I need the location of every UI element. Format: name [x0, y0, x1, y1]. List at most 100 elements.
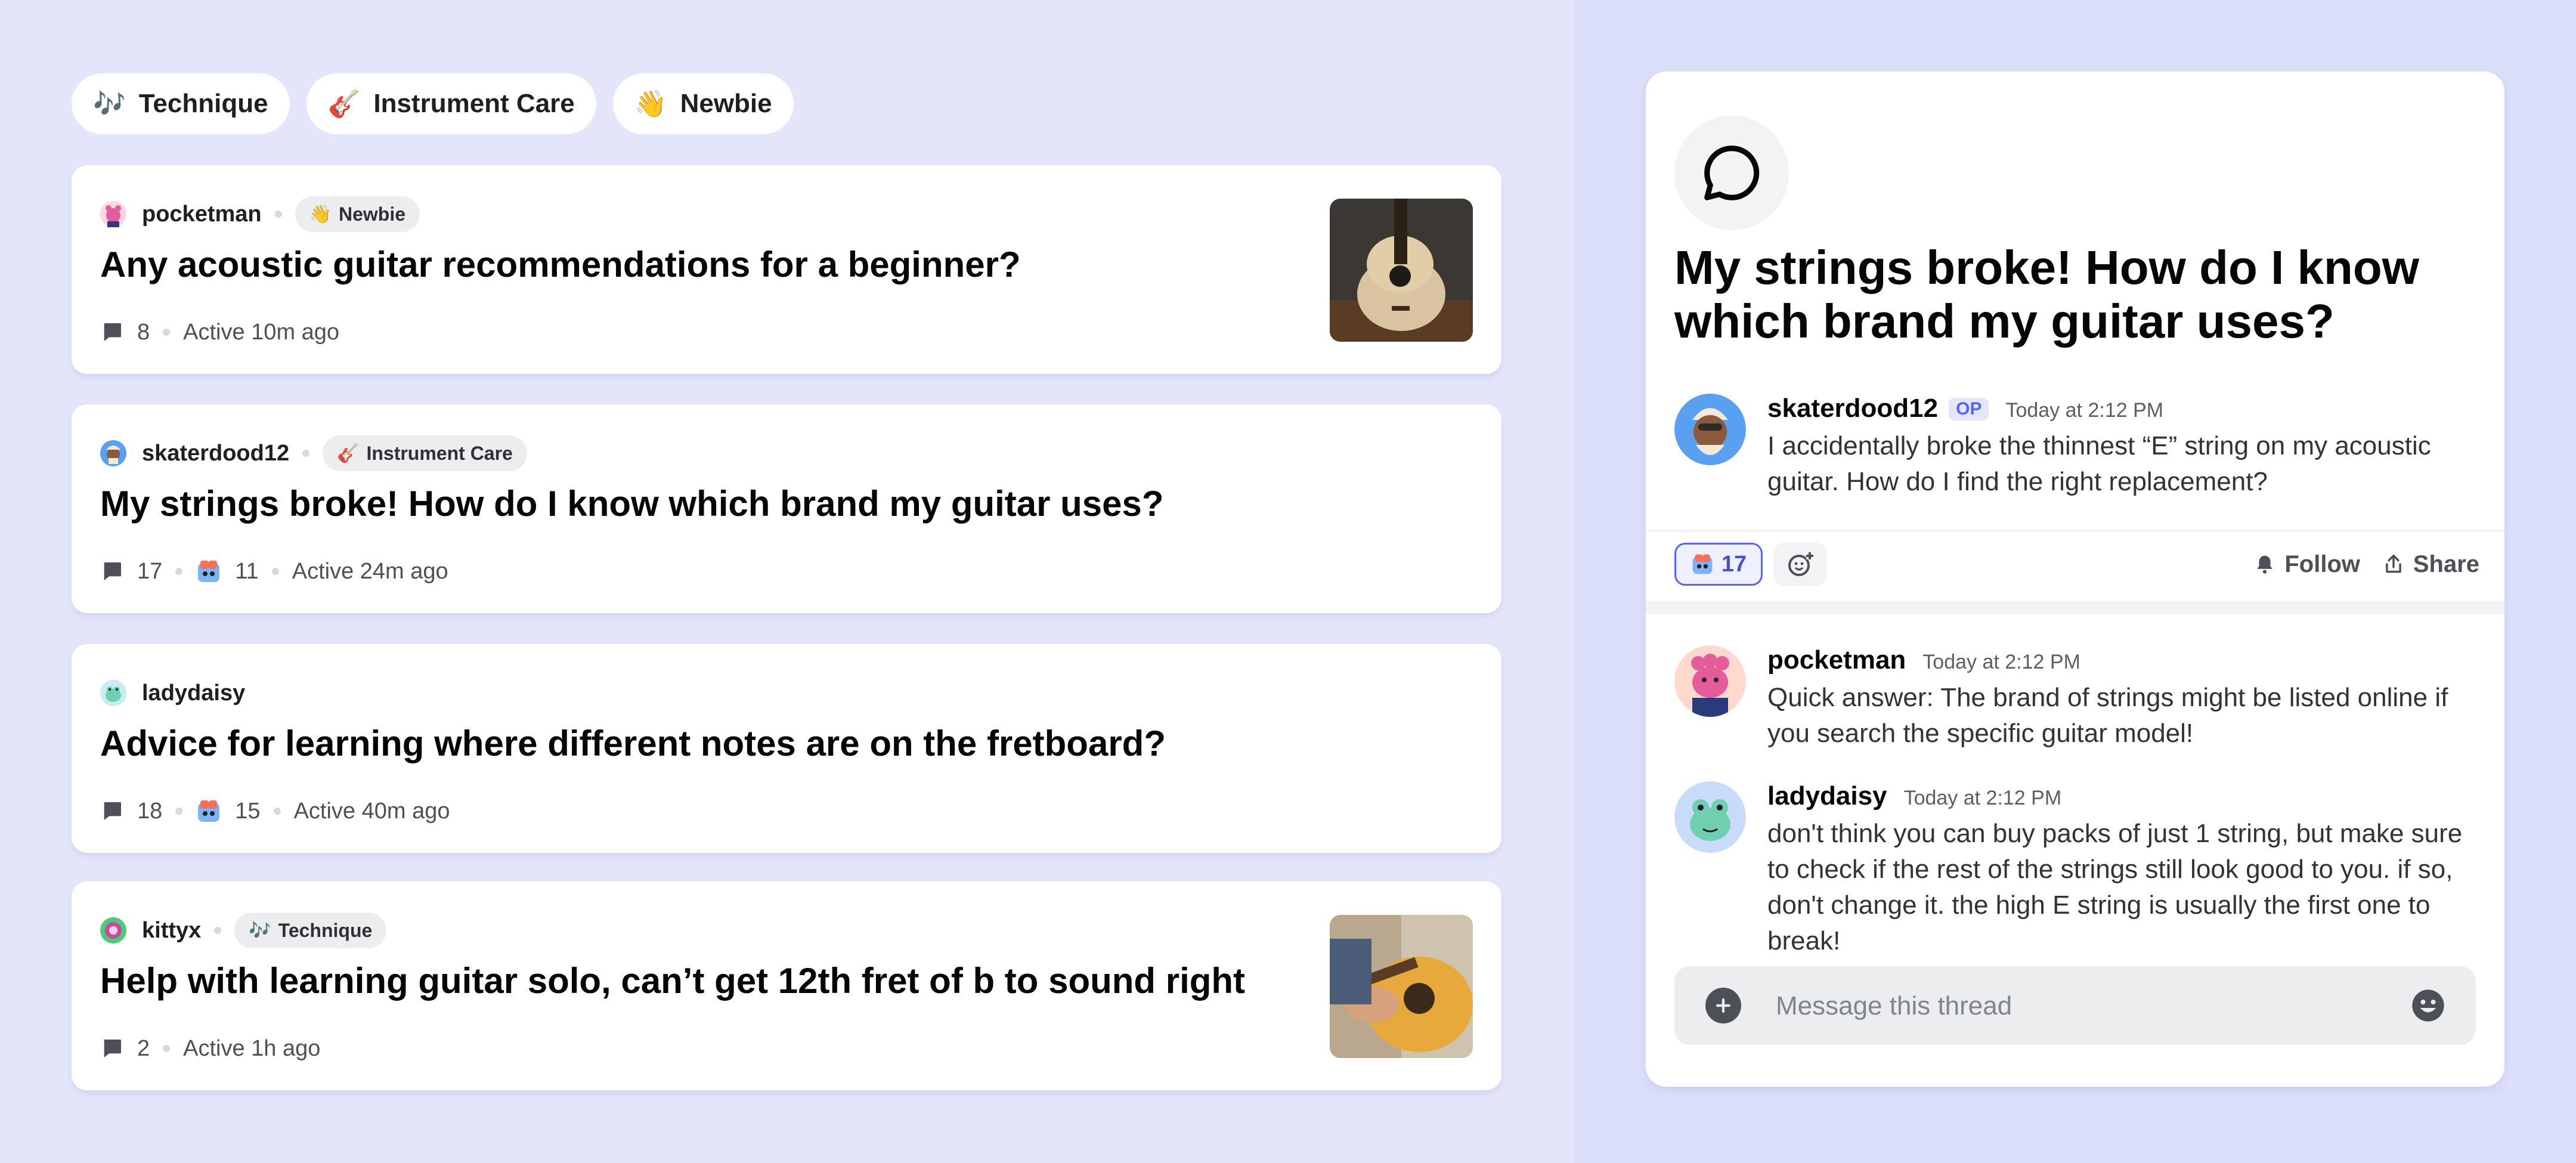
- post-card[interactable]: kittyx 🎶 Technique Help with learning gu…: [72, 881, 1501, 1090]
- op-badge: OP: [1949, 398, 1989, 420]
- filter-tag-instrument-care[interactable]: 🎸 Instrument Care: [306, 73, 596, 134]
- post-card[interactable]: pocketman 👋 Newbie Any acoustic guitar r…: [72, 165, 1501, 374]
- separator-dot: [274, 211, 282, 218]
- post-stats: 2 Active 1h ago: [100, 1031, 320, 1066]
- thread-title: My strings broke! How do I know which br…: [1674, 241, 2419, 348]
- post-title[interactable]: Advice for learning where different note…: [100, 723, 1166, 764]
- message-author[interactable]: pocketman: [1767, 645, 1906, 675]
- comment-count: 8: [137, 319, 150, 345]
- separator-dot: [163, 1045, 171, 1052]
- post-tag-label: Newbie: [338, 203, 406, 225]
- avatar[interactable]: [1674, 645, 1746, 717]
- separator-dot: [302, 450, 310, 457]
- post-tag[interactable]: 🎸 Instrument Care: [323, 435, 527, 471]
- comment-icon: [100, 1037, 124, 1060]
- guitar-icon: 🎸: [327, 89, 361, 119]
- separator-dot: [214, 927, 222, 934]
- separator-dot: [273, 808, 281, 815]
- post-author[interactable]: kittyx: [142, 918, 201, 944]
- chat-bubble-icon: [1704, 146, 1760, 200]
- post-card[interactable]: ladydaisy Advice for learning where diff…: [72, 644, 1501, 853]
- avatar[interactable]: [100, 917, 126, 944]
- comment-count: 17: [137, 558, 163, 584]
- attach-button[interactable]: [1705, 988, 1741, 1023]
- bell-icon: [2257, 555, 2273, 574]
- post-author[interactable]: pocketman: [142, 202, 262, 227]
- post-title[interactable]: My strings broke! How do I know which br…: [100, 483, 1164, 524]
- message-timestamp: Today at 2:12 PM: [1903, 787, 2062, 809]
- post-author[interactable]: skaterdood12: [142, 441, 289, 466]
- message-author[interactable]: ladydaisy: [1767, 781, 1887, 811]
- message-timestamp: Today at 2:12 PM: [1922, 651, 2080, 673]
- emoji-picker-button[interactable]: [2409, 986, 2447, 1025]
- filter-tag-bar: 🎶 Technique 🎸 Instrument Care 👋 Newbie: [72, 73, 794, 134]
- comment-icon: [100, 799, 124, 823]
- waving-hand-icon: 👋: [634, 89, 667, 119]
- avatar[interactable]: [1674, 781, 1746, 853]
- comment-count: 2: [137, 1035, 150, 1061]
- filter-tag-label: Technique: [138, 89, 268, 118]
- avatar[interactable]: [100, 680, 126, 706]
- thread-icon-container: [1674, 116, 1789, 230]
- reaction-emoji-icon: [196, 558, 222, 584]
- post-tag[interactable]: 👋 Newbie: [295, 196, 420, 232]
- post-meta: ladydaisy: [100, 675, 245, 711]
- post-tag-label: Technique: [278, 919, 373, 941]
- share-button[interactable]: Share: [2382, 543, 2479, 586]
- post-thumbnail-acoustic-guitar: [1330, 199, 1473, 342]
- follow-label: Follow: [2284, 550, 2360, 577]
- follow-button[interactable]: Follow: [2253, 543, 2360, 586]
- plus-icon: [1716, 998, 1731, 1013]
- post-meta: pocketman 👋 Newbie: [100, 196, 420, 232]
- post-stats: 18 15 Active 40m ago: [100, 793, 450, 829]
- filter-tag-label: Newbie: [680, 89, 772, 118]
- reaction-button[interactable]: 17: [1674, 543, 1763, 586]
- post-tag[interactable]: 🎶 Technique: [234, 913, 387, 948]
- reaction-emoji-icon: [196, 798, 222, 824]
- post-title[interactable]: Help with learning guitar solo, can’t ge…: [100, 960, 1245, 1001]
- post-meta: skaterdood12 🎸 Instrument Care: [100, 435, 527, 471]
- message-author[interactable]: skaterdood12: [1767, 394, 1938, 423]
- thread-actions: 17 Follow Share: [1674, 543, 2479, 588]
- last-active: Active 40m ago: [293, 798, 450, 824]
- message-body: Quick answer: The brand of strings might…: [1767, 683, 2448, 748]
- last-active: Active 1h ago: [183, 1035, 321, 1061]
- avatar[interactable]: [1674, 394, 1746, 465]
- post-meta: kittyx 🎶 Technique: [100, 913, 387, 948]
- post-title[interactable]: Any acoustic guitar recommendations for …: [100, 244, 1021, 285]
- share-label: Share: [2413, 550, 2479, 577]
- separator-dot: [271, 568, 279, 575]
- avatar[interactable]: [100, 201, 126, 227]
- post-author[interactable]: ladydaisy: [142, 681, 245, 706]
- reaction-count: 15: [235, 798, 261, 824]
- message-body: I accidentally broke the thinnest “E” st…: [1767, 431, 2431, 496]
- share-icon: [2386, 555, 2401, 573]
- divider: [1646, 530, 2504, 532]
- musical-notes-icon: 🎶: [93, 89, 126, 119]
- thread-panel: My strings broke! How do I know which br…: [1646, 72, 2504, 1087]
- musical-notes-icon: 🎶: [249, 920, 271, 941]
- post-card[interactable]: skaterdood12 🎸 Instrument Care My string…: [72, 404, 1501, 613]
- message-header: pocketman Today at 2:12 PM: [1767, 645, 2080, 675]
- comment-icon: [100, 559, 124, 583]
- filter-tag-newbie[interactable]: 👋 Newbie: [612, 73, 794, 134]
- message-input[interactable]: [1775, 988, 2373, 1025]
- post-thumbnail-guitar-player: [1330, 915, 1473, 1058]
- divider: [1646, 601, 2504, 614]
- add-reaction-icon: [1788, 552, 1813, 576]
- post-stats: 8 Active 10m ago: [100, 314, 339, 350]
- filter-tag-technique[interactable]: 🎶 Technique: [72, 73, 290, 134]
- last-active: Active 10m ago: [183, 319, 340, 345]
- last-active: Active 24m ago: [292, 558, 448, 584]
- waving-hand-icon: 👋: [309, 204, 332, 224]
- avatar[interactable]: [100, 440, 126, 466]
- message-body: don't think you can buy packs of just 1 …: [1767, 819, 2463, 955]
- add-reaction-button[interactable]: [1773, 543, 1827, 586]
- filter-tag-label: Instrument Care: [373, 89, 575, 118]
- guitar-icon: 🎸: [337, 443, 360, 463]
- separator-dot: [175, 808, 183, 815]
- post-tag-label: Instrument Care: [366, 442, 513, 464]
- separator-dot: [163, 329, 171, 336]
- message-header: skaterdood12 OP Today at 2:12 PM: [1767, 394, 2163, 423]
- message-composer: [1674, 966, 2476, 1045]
